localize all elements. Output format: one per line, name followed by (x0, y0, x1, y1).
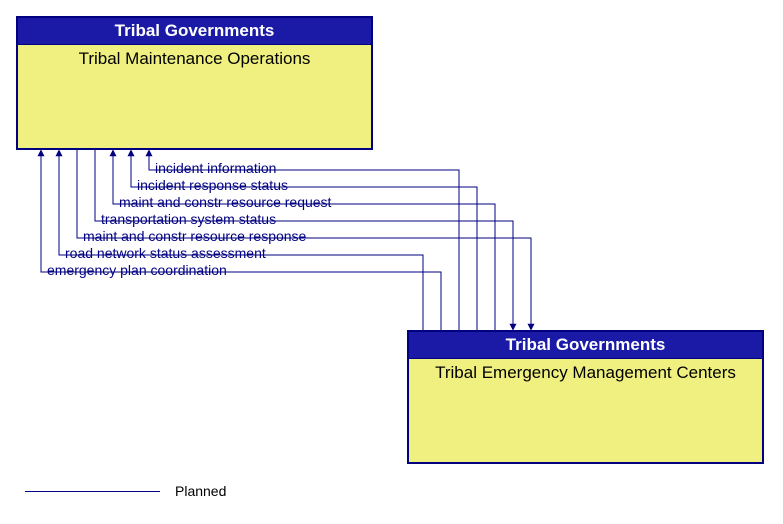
flow-label-road-network-status-assessment: road network status assessment (65, 245, 266, 261)
node-tribal-maintenance-operations[interactable]: Tribal Governments Tribal Maintenance Op… (16, 16, 373, 150)
flow-label-incident-response-status: incident response status (137, 177, 288, 193)
flow-label-maint-constr-resource-response: maint and constr resource response (83, 228, 306, 244)
node-header: Tribal Governments (18, 18, 371, 45)
node-tribal-emergency-management-centers[interactable]: Tribal Governments Tribal Emergency Mana… (407, 330, 764, 464)
legend-line-planned (25, 491, 160, 492)
flow-label-maint-constr-resource-request: maint and constr resource request (119, 194, 331, 210)
node-header: Tribal Governments (409, 332, 762, 359)
node-body: Tribal Emergency Management Centers (409, 359, 762, 387)
legend-label-planned: Planned (175, 483, 226, 499)
flow-label-emergency-plan-coordination: emergency plan coordination (47, 262, 227, 278)
node-body: Tribal Maintenance Operations (18, 45, 371, 73)
flow-label-transportation-system-status: transportation system status (101, 211, 276, 227)
flow-label-incident-information: incident information (155, 160, 276, 176)
